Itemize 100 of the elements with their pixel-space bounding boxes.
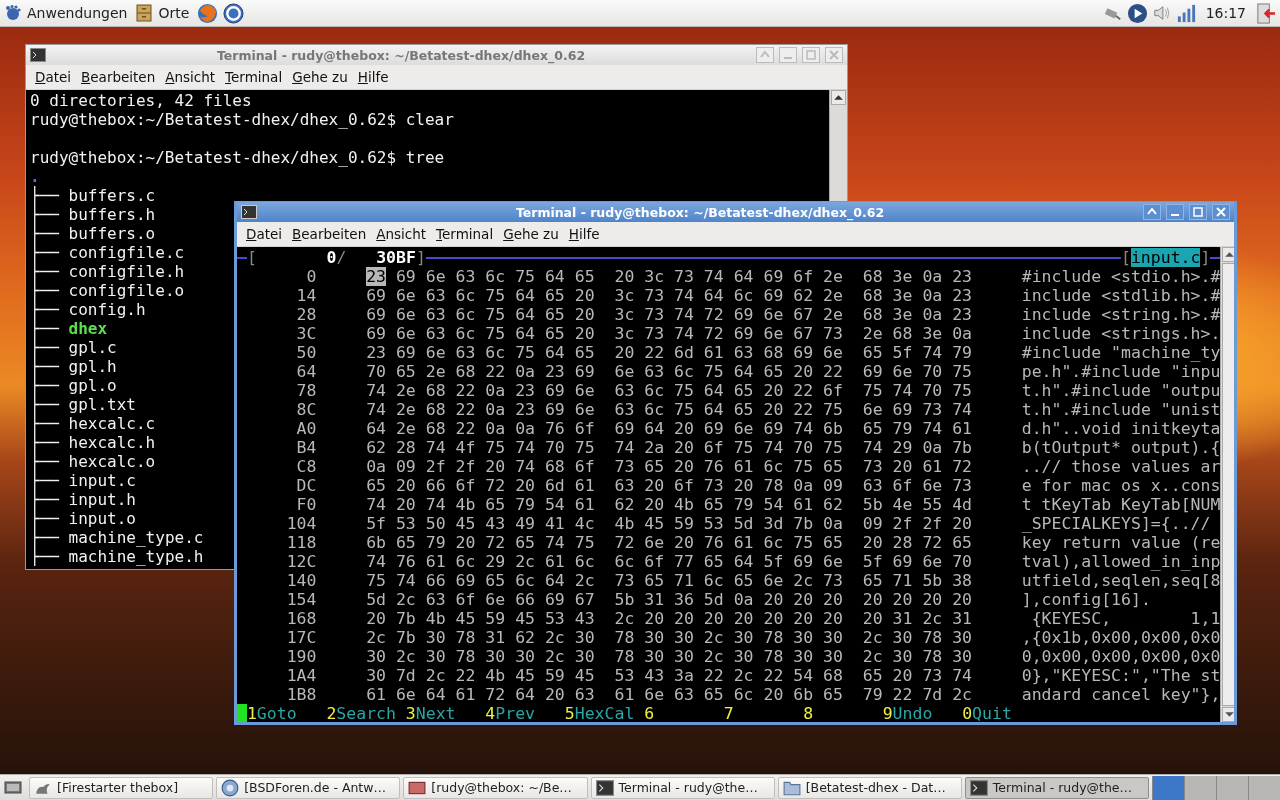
hex-bytes: 6e 69 73 74 <box>862 400 973 419</box>
function-key[interactable]: 5HexCal <box>564 704 645 722</box>
file-name: gpl.o <box>68 376 117 395</box>
scroll-up-icon[interactable] <box>1222 247 1234 262</box>
function-key[interactable]: 8 <box>803 704 883 722</box>
scroll-thumb[interactable] <box>1222 263 1234 706</box>
tree-branch: ├── <box>30 471 59 490</box>
address: 1B8 <box>285 685 317 704</box>
hex-bytes: 63 20 6f 73 20 78 0a 09 <box>614 476 843 495</box>
play-icon[interactable] <box>1126 2 1148 24</box>
hex-bytes: 23 69 6e 63 6c 75 64 65 <box>366 343 595 362</box>
hex-bytes: 2e 68 3e 0a <box>862 324 973 343</box>
ascii-text: include <string.h>.# <box>1021 305 1221 324</box>
function-key[interactable]: 4Prev <box>485 704 565 722</box>
menu-item[interactable]: Hilfe <box>563 226 605 242</box>
function-key[interactable]: 0Quit <box>962 704 1042 722</box>
hex-bytes: 75 74 70 75 <box>862 381 973 400</box>
terminal-icon <box>595 778 614 797</box>
scrollbar[interactable] <box>1220 247 1234 722</box>
function-key[interactable]: 9Undo <box>882 704 963 722</box>
ascii-text: b(tOutput* output).{ <box>1021 438 1221 457</box>
address: 140 <box>285 571 317 590</box>
hex-bytes: 73 65 71 6c 65 6e 2c 73 <box>614 571 843 590</box>
function-key[interactable]: 2Search <box>326 704 406 722</box>
file-name: input.h <box>68 490 136 509</box>
terminal-line: rudy@thebox:~/Betatest-dhex/dhex_0.62$ tree <box>30 148 445 167</box>
taskbar-button[interactable]: [BSDForen.de - Antw… <box>216 776 401 799</box>
menu-item[interactable]: Terminal <box>220 69 288 85</box>
tree-branch: ├── <box>30 243 59 262</box>
ascii-text: pe.h".#include "inpu <box>1021 362 1221 381</box>
ascii-text: 0},"KEYESC:","The st <box>1021 666 1221 685</box>
logout-icon[interactable] <box>1255 2 1276 24</box>
places-menu[interactable]: Orte <box>135 4 193 22</box>
address: F0 <box>295 495 317 514</box>
hex-bytes: 5b 4e 55 4d <box>862 495 973 514</box>
menu-item[interactable]: Bearbeiten <box>76 69 161 85</box>
menu-item[interactable]: Ansicht <box>371 226 432 242</box>
desktop-icon[interactable] <box>4 778 22 797</box>
help-icon[interactable] <box>223 2 245 24</box>
hex-bytes: 5b 31 36 5d 0a 20 20 20 <box>614 590 843 609</box>
workspace[interactable] <box>1184 775 1217 800</box>
address: 64 <box>295 362 317 381</box>
function-key[interactable]: 1Goto <box>246 704 327 722</box>
ascii-text: andard cancel key"}, <box>1021 685 1221 704</box>
scroll-up-icon[interactable] <box>831 90 846 105</box>
ascii-text: d.h"..void initkeyta <box>1021 419 1221 438</box>
file-name: input.c <box>68 471 136 490</box>
hex-bytes: 0a 09 2f 2f 20 74 68 6f <box>366 457 595 476</box>
hex-bytes: 78 30 30 2c 30 78 30 30 <box>614 647 843 666</box>
hex-bytes: 79 22 7d 2c <box>862 685 973 704</box>
menu-item[interactable]: Terminal <box>431 226 499 242</box>
workspace[interactable] <box>1152 775 1185 800</box>
close-button[interactable] <box>1212 204 1230 220</box>
file-name: gpl.txt <box>68 395 136 414</box>
menu-item[interactable]: Datei <box>30 69 77 85</box>
menu-item[interactable]: Gehe zu <box>287 69 353 85</box>
file-name: configfile.h <box>68 262 185 281</box>
hex-bytes: 6e 63 6c 75 64 65 20 22 <box>614 362 843 381</box>
scroll-down-icon[interactable] <box>1222 707 1234 722</box>
workspace[interactable] <box>1216 775 1249 800</box>
tree-branch: ├── <box>30 224 59 243</box>
tree-branch: ├── <box>30 376 59 395</box>
browser-icon[interactable] <box>197 2 219 24</box>
speaker-icon[interactable] <box>1152 4 1171 22</box>
menu-item[interactable]: Gehe zu <box>498 226 564 242</box>
hex-bytes: 74 2e 68 22 0a 23 69 6e <box>366 381 595 400</box>
terminal-line: rudy@thebox:~/Betatest-dhex/dhex_0.62$ clear <box>30 110 454 129</box>
hex-bytes: 3c 73 74 72 69 6e 67 2e <box>614 305 843 324</box>
hex-bytes: 72 6e 20 76 61 6c 75 65 <box>614 533 843 552</box>
hex-bytes: 69 6e 63 6c 75 64 65 20 <box>366 286 595 305</box>
clock[interactable]: 16:17 <box>1201 5 1250 21</box>
taskbar-button[interactable]: [Firestarter thebox] <box>29 776 214 799</box>
address: 168 <box>285 609 317 628</box>
window-title: Terminal - rudy@thebox: ~/Betatest-dhex/dhex_0.62 <box>514 204 886 220</box>
menu-item[interactable]: Hilfe <box>352 69 394 85</box>
taskbar-button[interactable]: Terminal - rudy@the… <box>590 776 775 799</box>
function-key[interactable]: 6 <box>644 704 724 722</box>
taskbar-button[interactable]: [rudy@thebox: ~/Be… <box>403 776 588 799</box>
wifi-icon[interactable] <box>1175 2 1197 24</box>
cursor-byte[interactable]: 23 <box>366 267 386 286</box>
address: 12C <box>285 552 317 571</box>
function-key[interactable]: 3Next <box>405 704 486 722</box>
hex-bytes: 74 20 74 4b 65 79 54 61 <box>366 495 595 514</box>
hex-bytes: 09 2f 2f 20 <box>862 514 973 533</box>
address: 118 <box>285 533 317 552</box>
shade-button[interactable] <box>1143 204 1161 220</box>
foot-icon <box>4 4 22 22</box>
taskbar-button[interactable]: Terminal - rudy@the… <box>964 776 1150 799</box>
hex-bytes: 2c 7b 30 78 31 62 2c 30 <box>366 628 595 647</box>
workspace[interactable] <box>1248 775 1280 800</box>
minimize-button[interactable] <box>1166 204 1184 220</box>
taskbar-button[interactable]: [Betatest-dhex - Dat… <box>777 776 962 799</box>
applications-menu[interactable]: Anwendungen <box>4 4 131 22</box>
maximize-button[interactable] <box>1189 204 1207 220</box>
menu-item[interactable]: Ansicht <box>160 69 221 85</box>
menu-item[interactable]: Bearbeiten <box>287 226 372 242</box>
function-key[interactable]: 7 <box>723 704 804 722</box>
menu-item[interactable]: Datei <box>241 226 288 242</box>
ascii-text: include <strings.h>. <box>1021 324 1221 343</box>
hex-bytes: 5f 69 6e 70 <box>862 552 973 571</box>
